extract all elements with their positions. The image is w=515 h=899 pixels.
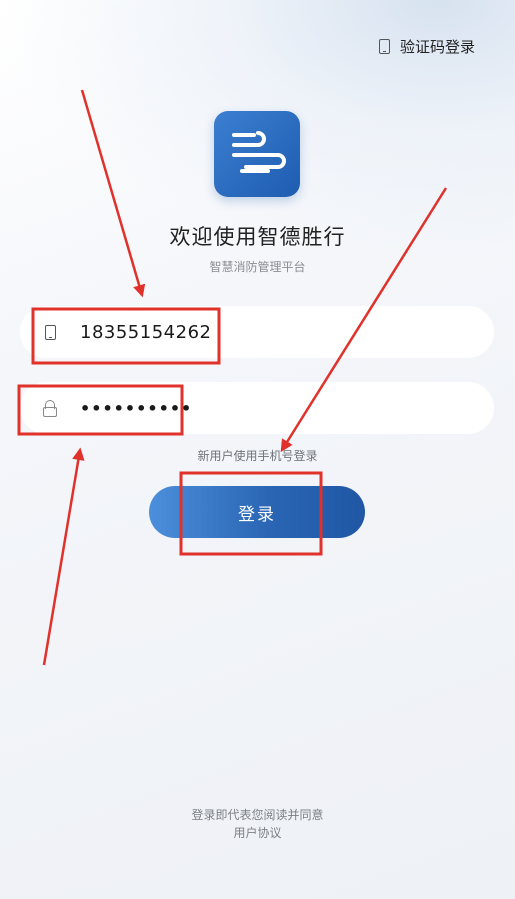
password-masked-value[interactable]: •••••••••• [80,399,192,418]
sms-login-link[interactable]: 验证码登录 [378,36,475,57]
phone-number-value[interactable]: 18355154262 [80,322,211,343]
app-subtitle: 智慧消防管理平台 [209,260,306,274]
phone-icon [44,324,56,340]
sms-login-label: 验证码登录 [399,38,475,56]
lock-icon [43,400,57,417]
welcome-title: 欢迎使用智德胜行 [169,225,346,249]
phone-icon [378,39,390,54]
login-button[interactable]: 登录 [149,486,365,538]
agreement-footer: 登录即代表您阅读并同意 用户协议 [0,806,515,842]
phone-field[interactable]: 18355154262 [20,306,494,358]
wind-lines-icon [232,131,286,173]
arrow-to-password [42,447,85,666]
new-user-hint[interactable]: 新用户使用手机号登录 [0,447,515,464]
agreement-text: 登录即代表您阅读并同意 [191,808,324,822]
user-agreement-link[interactable]: 用户协议 [0,824,515,842]
password-field[interactable]: •••••••••• [20,382,494,434]
app-logo [214,111,300,197]
